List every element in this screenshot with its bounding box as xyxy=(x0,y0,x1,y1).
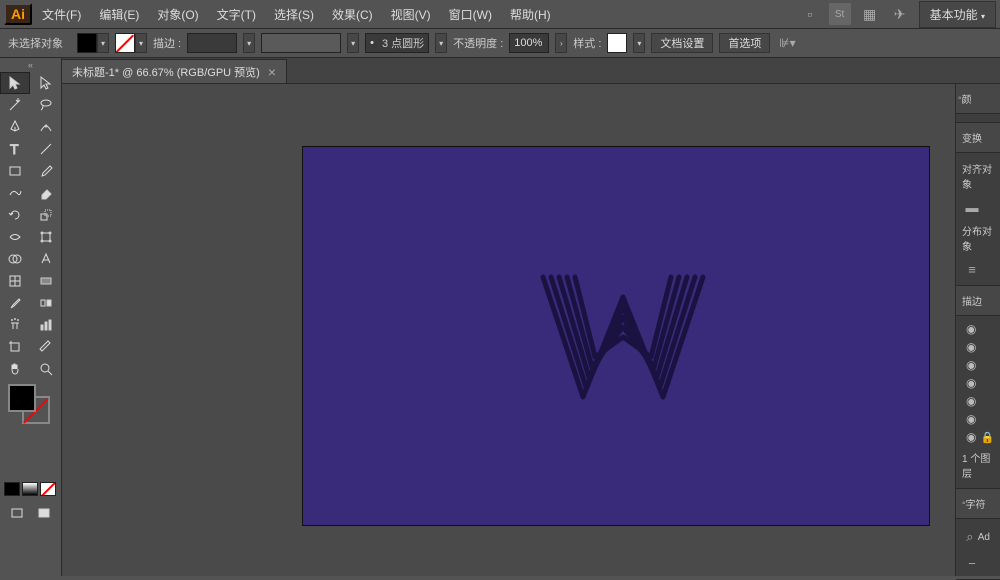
screen-mode-normal[interactable] xyxy=(6,502,29,524)
rectangle-tool[interactable] xyxy=(0,160,30,182)
menu-view[interactable]: 视图(V) xyxy=(383,2,439,27)
layers-panel: ◉ ◉ ◉ ◉ ◉ ◉ ◉ 🔒 1 个图层 xyxy=(956,316,1000,489)
hand-tool[interactable] xyxy=(0,358,30,380)
preferences-button[interactable]: 首选项 xyxy=(719,33,770,53)
color-mode-none[interactable] xyxy=(40,482,56,496)
style-dropdown[interactable]: ▾ xyxy=(633,33,645,53)
layer-visibility-icon[interactable]: ◉ xyxy=(966,376,976,390)
artboard[interactable] xyxy=(302,146,930,526)
align-section-label: 对齐对象 xyxy=(962,157,994,195)
color-mode-gradient[interactable] xyxy=(22,482,38,496)
shaper-tool[interactable] xyxy=(0,182,30,204)
layer-visibility-icon[interactable]: ◉ xyxy=(966,358,976,372)
stroke-label: 描边 : xyxy=(153,35,181,51)
scale-tool[interactable] xyxy=(31,204,61,226)
menu-type[interactable]: 文字(T) xyxy=(209,2,264,27)
layer-count: 1 个图层 xyxy=(962,446,994,484)
gpu-icon[interactable]: ✈ xyxy=(889,3,911,25)
zoom-tool[interactable] xyxy=(31,358,61,380)
curvature-tool[interactable] xyxy=(31,116,61,138)
stroke-swatch[interactable] xyxy=(115,33,135,53)
layer-visibility-icon[interactable]: ◉ xyxy=(966,394,976,408)
type-browse-icon[interactable]: ⌕ xyxy=(966,527,974,547)
lock-icon[interactable]: 🔒 xyxy=(980,431,994,444)
svg-text:T: T xyxy=(10,141,19,157)
eraser-tool[interactable] xyxy=(31,182,61,204)
menu-object[interactable]: 对象(O) xyxy=(149,2,206,27)
screen-mode-menu[interactable] xyxy=(33,502,56,524)
panel-tab-character[interactable]: ◦ 字符 xyxy=(956,489,1000,519)
distribute-section-label: 分布对象 xyxy=(962,219,994,257)
artboard-tool[interactable] xyxy=(0,336,30,358)
brush-dropdown[interactable]: ▾ xyxy=(435,33,447,53)
char-minus-icon[interactable]: − xyxy=(962,553,982,573)
align-left-icon[interactable]: ▬ xyxy=(962,197,982,217)
app-logo[interactable]: Ai xyxy=(4,3,32,25)
stroke-weight-input[interactable] xyxy=(187,33,237,53)
stroke-dropdown[interactable]: ▾ xyxy=(135,33,147,53)
workspace-switcher[interactable]: 基本功能 ▾ xyxy=(919,1,996,28)
blend-tool[interactable] xyxy=(31,292,61,314)
width-tool[interactable] xyxy=(0,226,30,248)
gradient-tool[interactable] xyxy=(31,270,61,292)
panel-tab-transform[interactable]: 变换 xyxy=(956,123,1000,153)
direct-selection-tool[interactable] xyxy=(31,72,61,94)
menu-window[interactable]: 窗口(W) xyxy=(441,2,500,27)
lasso-tool[interactable] xyxy=(31,94,61,116)
perspective-tool[interactable] xyxy=(31,248,61,270)
distribute-icon[interactable]: ≡ xyxy=(962,259,982,279)
menu-edit[interactable]: 编辑(E) xyxy=(91,2,147,27)
fill-swatch[interactable] xyxy=(77,33,97,53)
brush-value[interactable]: 3 点圆形 xyxy=(378,35,428,51)
opacity-dropdown[interactable]: › xyxy=(555,33,567,53)
panel-tab-color[interactable]: ◦ 颜 xyxy=(956,84,1000,114)
magic-wand-tool[interactable] xyxy=(0,94,30,116)
document-tab[interactable]: 未标题-1* @ 66.67% (RGB/GPU 预览) × xyxy=(62,59,287,83)
menu-effect[interactable]: 效果(C) xyxy=(324,2,381,27)
panel-tab-stroke[interactable]: 描边 xyxy=(956,286,1000,316)
canvas-area[interactable] xyxy=(62,84,955,576)
rotate-tool[interactable] xyxy=(0,204,30,226)
layer-visibility-icon[interactable]: ◉ xyxy=(966,340,976,354)
arrange-icon[interactable]: ▦ xyxy=(859,3,881,25)
document-tab-close[interactable]: × xyxy=(268,64,276,80)
font-prefix: Ad xyxy=(978,528,990,547)
shape-builder-tool[interactable] xyxy=(0,248,30,270)
document-tab-title: 未标题-1* @ 66.67% (RGB/GPU 预览) xyxy=(72,64,260,80)
bridge-icon[interactable]: ▫ xyxy=(799,3,821,25)
opacity-input[interactable] xyxy=(509,33,549,53)
paintbrush-tool[interactable] xyxy=(31,160,61,182)
layer-visibility-icon[interactable]: ◉ xyxy=(966,430,976,444)
fill-dropdown[interactable]: ▾ xyxy=(97,33,109,53)
align-icon[interactable]: ⊯▾ xyxy=(776,32,798,54)
mesh-tool[interactable] xyxy=(0,270,30,292)
stock-icon[interactable]: St xyxy=(829,3,851,25)
selection-tool[interactable] xyxy=(0,72,30,94)
stroke-profile-dropdown[interactable]: ▾ xyxy=(347,33,359,53)
opacity-label: 不透明度 : xyxy=(453,35,503,51)
line-tool[interactable] xyxy=(31,138,61,160)
menu-select[interactable]: 选择(S) xyxy=(266,2,322,27)
doc-setup-button[interactable]: 文档设置 xyxy=(651,33,713,53)
style-label: 样式 : xyxy=(573,35,601,51)
color-mode-solid[interactable] xyxy=(4,482,20,496)
menu-file[interactable]: 文件(F) xyxy=(34,2,89,27)
toolbar-collapse-icon[interactable]: « xyxy=(0,58,61,72)
stroke-profile[interactable] xyxy=(261,33,341,53)
style-swatch[interactable] xyxy=(607,33,627,53)
slice-tool[interactable] xyxy=(31,336,61,358)
graph-tool[interactable] xyxy=(31,314,61,336)
free-transform-tool[interactable] xyxy=(31,226,61,248)
selection-status: 未选择对象 xyxy=(8,35,63,51)
pen-tool[interactable] xyxy=(0,116,30,138)
stroke-weight-dropdown[interactable]: ▾ xyxy=(243,33,255,53)
toolbar-fill-swatch[interactable] xyxy=(8,384,36,412)
type-tool[interactable]: T xyxy=(0,138,30,160)
symbol-sprayer-tool[interactable] xyxy=(0,314,30,336)
layer-visibility-icon[interactable]: ◉ xyxy=(966,412,976,426)
eyedropper-tool[interactable] xyxy=(0,292,30,314)
layer-visibility-icon[interactable]: ◉ xyxy=(966,322,976,336)
menu-help[interactable]: 帮助(H) xyxy=(502,2,559,27)
